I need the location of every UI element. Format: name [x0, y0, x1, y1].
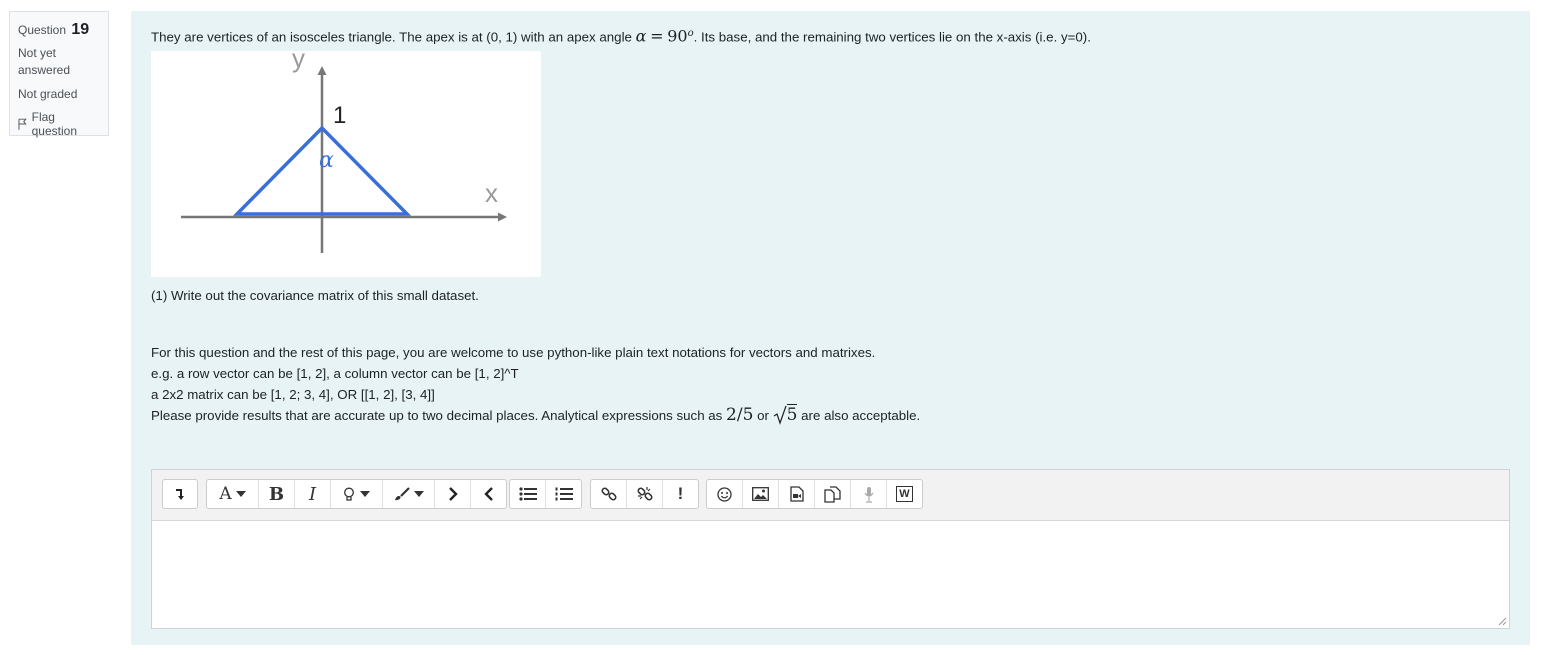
intro-text: They are vertices of an isosceles triang…	[151, 29, 632, 45]
answer-editor: A B I ! W	[151, 469, 1510, 629]
media-file-icon	[789, 486, 804, 502]
image-button[interactable]	[743, 480, 779, 508]
bullet-list-icon	[518, 487, 537, 501]
flag-question-link[interactable]: Flag question	[18, 110, 101, 138]
emoji-button[interactable]	[707, 480, 743, 508]
x-axis-label: x	[485, 178, 498, 208]
bold-button[interactable]: B	[259, 480, 295, 508]
question-content: They are vertices of an isosceles triang…	[131, 11, 1530, 645]
paintbrush-icon	[394, 487, 410, 501]
link-button[interactable]	[591, 480, 627, 508]
part1-text: (1) Write out the covariance matrix of t…	[151, 288, 479, 303]
angle-value: 90	[667, 26, 688, 46]
flag-icon	[18, 118, 27, 130]
triangle-figure: y x 1 α	[151, 43, 541, 277]
question-number-value: 19	[71, 21, 90, 38]
rtl-button[interactable]	[471, 480, 506, 508]
question-info: Question 19 Not yet answered Not graded …	[9, 11, 109, 138]
manage-files-button[interactable]	[815, 480, 851, 508]
question-grade: Not graded	[18, 87, 78, 101]
question-number: Question 19	[18, 21, 101, 39]
chevron-down-icon	[360, 491, 370, 497]
acceptable-text: are also acceptable.	[801, 408, 921, 423]
chevron-down-icon	[235, 491, 246, 497]
media-button[interactable]	[779, 480, 815, 508]
or-word: or	[757, 408, 769, 423]
unordered-list-button[interactable]	[510, 480, 546, 508]
y-axis-arrow	[317, 66, 327, 75]
toolbar-group-style: A B I	[206, 479, 507, 509]
fraction-expression: 2/5	[726, 405, 754, 425]
alpha-symbol: α	[635, 26, 647, 46]
image-icon	[752, 487, 769, 501]
toolbar-group-lists	[509, 479, 582, 509]
font-letter-icon: A	[219, 484, 232, 504]
notation-line-3: a 2x2 matrix can be [1, 2; 3, 4], OR [[1…	[151, 387, 435, 402]
toolbar-group-media: W	[706, 479, 923, 509]
exclamation-icon: !	[677, 484, 684, 503]
flag-question-label: Flag question	[31, 110, 77, 138]
alert-button[interactable]: !	[663, 480, 698, 508]
accuracy-text: Please provide results that are accurate…	[151, 408, 723, 423]
x-axis-arrow	[498, 212, 507, 222]
sqrt-argument: 5	[786, 404, 798, 425]
answer-text-area[interactable]	[152, 521, 1509, 628]
notation-line-1: For this question and the rest of this p…	[151, 345, 876, 360]
editor-toolbar: A B I ! W	[152, 470, 1509, 521]
sqrt-symbol-icon	[773, 405, 787, 425]
y-axis-label: y	[292, 51, 305, 73]
equals-symbol: =	[650, 26, 664, 46]
resize-handle-icon[interactable]	[1498, 617, 1507, 626]
lightbulb-icon	[344, 487, 354, 501]
notation-line-2: e.g. a row vector can be [1, 2], a colum…	[151, 366, 519, 381]
notation-line-4: Please provide results that are accurate…	[151, 404, 921, 426]
collapse-button[interactable]	[163, 480, 197, 508]
numbered-list-icon	[555, 487, 573, 500]
toolbar-group-links: !	[590, 479, 699, 509]
record-audio-button[interactable]	[851, 480, 887, 508]
highlight-button[interactable]	[331, 480, 383, 508]
ltr-button[interactable]	[435, 480, 471, 508]
unlink-icon	[636, 487, 653, 501]
word-icon: W	[896, 486, 913, 502]
unlink-button[interactable]	[627, 480, 663, 508]
sqrt-expression: 5	[773, 404, 798, 426]
microphone-icon	[864, 486, 873, 503]
collapse-arrow-icon	[176, 489, 184, 500]
italic-button[interactable]: I	[295, 480, 331, 508]
question-intro: They are vertices of an isosceles triang…	[151, 23, 1091, 47]
question-word: Question	[18, 23, 67, 37]
smiley-icon	[717, 486, 732, 502]
intro-text-end: . Its base, and the remaining two vertic…	[693, 29, 1091, 45]
brush-button[interactable]	[383, 480, 435, 508]
apex-label: 1	[333, 102, 346, 129]
link-icon	[600, 487, 617, 501]
word-import-button[interactable]: W	[887, 480, 922, 508]
chevron-left-icon	[483, 487, 493, 501]
chevron-down-icon	[413, 491, 424, 497]
angle-label: α	[319, 148, 334, 173]
files-icon	[824, 485, 841, 503]
toolbar-group-collapse	[162, 479, 198, 509]
chevron-right-icon	[448, 487, 458, 501]
ordered-list-button[interactable]	[546, 480, 581, 508]
font-color-button[interactable]: A	[207, 480, 259, 508]
question-state: Not yet answered	[18, 46, 71, 77]
